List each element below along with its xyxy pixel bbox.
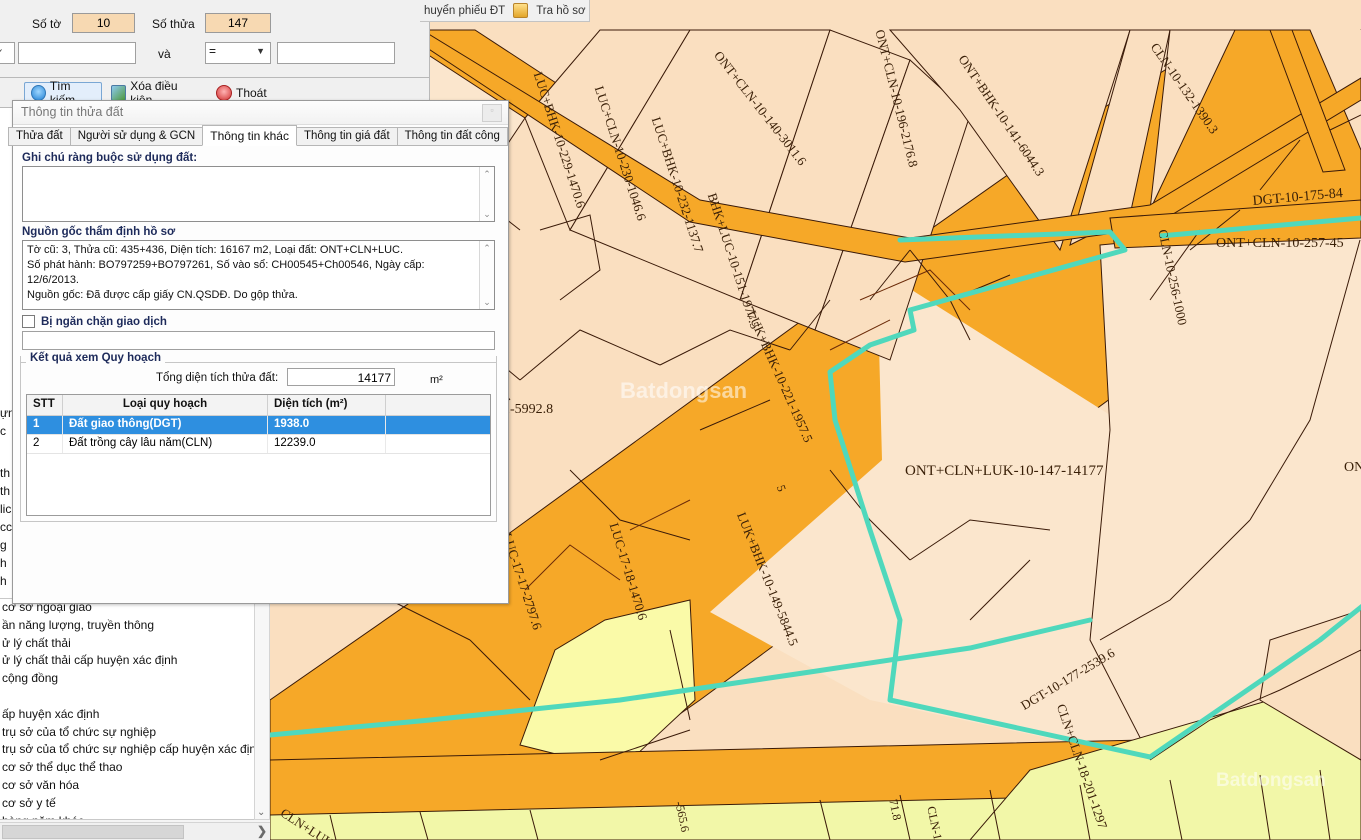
list-item[interactable]: th	[0, 484, 10, 498]
label-so-thua: Số thửa	[152, 17, 195, 31]
right-condition-input[interactable]	[277, 42, 395, 64]
dialog-tab-4[interactable]: Thông tin đất công	[397, 127, 508, 146]
minimize-icon[interactable]: ▫	[482, 104, 502, 122]
scroll-up-icon[interactable]: ⌃	[480, 167, 494, 181]
chevron-down-icon[interactable]: ▼	[256, 46, 265, 56]
horizontal-scrollbar[interactable]: ❯	[0, 822, 270, 840]
origin-line: Tờ cũ: 3, Thửa cũ: 435+436, Diện tích: 1…	[27, 243, 476, 258]
dialog-tab-1[interactable]: Người sử dụng & GCN	[70, 127, 204, 146]
table-cell-type: Đất trồng cây lâu năm(CLN)	[63, 435, 268, 453]
list-item[interactable]: th	[0, 466, 10, 480]
scroll-down-icon[interactable]: ⌄	[480, 207, 494, 221]
operator-value: =	[209, 44, 216, 58]
list-item[interactable]	[0, 688, 259, 706]
list-item[interactable]: ử lý chất thải	[0, 635, 259, 653]
left-condition-input[interactable]	[18, 42, 136, 64]
planning-table[interactable]: STTLoại quy hoạchDiện tích (m²) 1Đất gia…	[26, 394, 491, 516]
list-item[interactable]: trụ sở của tổ chức sự nghiệp cấp huyện x…	[0, 741, 259, 759]
list-item[interactable]: cộng đồng	[0, 670, 259, 688]
list-item[interactable]: cc	[0, 520, 12, 534]
origin-line: Số phát hành: BO797259+BO797261, Số vào …	[27, 258, 476, 288]
planning-list-scrollbar[interactable]: ⌄	[254, 598, 270, 820]
note-group-label: Ghi chú ràng buộc sử dụng đất:	[22, 152, 197, 164]
table-body[interactable]: 1Đất giao thông(DGT)1938.02Đất trồng cây…	[27, 416, 490, 454]
top-toolbar-fragment: huyển phiếu ĐT Tra hồ sơ	[420, 0, 590, 22]
dialog-title: Thông tin thửa đất	[21, 105, 123, 119]
blocked-note-input[interactable]	[22, 331, 495, 350]
folder-icon	[513, 3, 528, 18]
list-item[interactable]: cơ sở thể dục thể thao	[0, 759, 259, 777]
power-icon	[216, 85, 232, 101]
table-cell-stt: 1	[27, 416, 63, 434]
list-item[interactable]: h	[0, 574, 7, 588]
so-to-input[interactable]	[72, 13, 135, 33]
list-item[interactable]: g	[0, 538, 7, 552]
label-so-to: Số tờ	[32, 17, 61, 31]
note-scrollbar[interactable]: ⌃ ⌄	[479, 167, 494, 221]
note-textarea[interactable]: ⌃ ⌄	[22, 166, 495, 222]
table-cell-stt: 2	[27, 435, 63, 453]
blocked-label: Bị ngăn chặn giao dịch	[41, 316, 167, 328]
group-border-right	[150, 362, 497, 363]
dialog-tab-2[interactable]: Thông tin khác	[202, 125, 297, 146]
list-item[interactable]: hàng năm khác	[0, 813, 259, 820]
top-tab-1-label[interactable]: huyển phiếu ĐT	[424, 5, 505, 17]
scroll-down-icon[interactable]: ⌄	[257, 807, 265, 818]
dialog-titlebar: Thông tin thửa đất ▫	[13, 101, 508, 125]
condition-checkbox-combo[interactable]: ✓	[0, 42, 15, 64]
blocked-checkbox[interactable]	[22, 315, 35, 328]
origin-text: Tờ cũ: 3, Thửa cũ: 435+436, Diện tích: 1…	[27, 243, 476, 303]
table-cell-type: Đất giao thông(DGT)	[63, 416, 268, 434]
scroll-down-icon[interactable]: ⌄	[480, 295, 494, 309]
dialog-tab-0[interactable]: Thửa đất	[8, 127, 71, 146]
origin-textarea[interactable]: Tờ cũ: 3, Thửa cũ: 435+436, Diện tích: 1…	[22, 240, 495, 310]
planning-option-list[interactable]: cơ sở ngoại giaoần năng lượng, truyền th…	[0, 598, 260, 820]
blocked-checkbox-row[interactable]: Bị ngăn chặn giao dịch	[22, 315, 167, 328]
total-area-value[interactable]: 14177	[287, 368, 395, 386]
list-item[interactable]: c	[0, 424, 6, 438]
area-unit-label: m²	[430, 374, 443, 386]
eraser-icon	[111, 85, 126, 101]
table-row[interactable]: 2Đất trồng cây lâu năm(CLN)12239.0	[27, 435, 490, 454]
table-cell-area: 1938.0	[268, 416, 386, 434]
scroll-up-icon[interactable]: ⌃	[480, 241, 494, 255]
search-panel: Số tờ Số thửa ✓ và = ▼	[0, 0, 430, 78]
table-row[interactable]: 1Đất giao thông(DGT)1938.0	[27, 416, 490, 435]
label-va: và	[158, 47, 171, 61]
table-column-header: Loại quy hoạch	[63, 395, 268, 415]
so-thua-input[interactable]	[205, 13, 271, 33]
list-item[interactable]: ần năng lượng, truyền thông	[0, 617, 259, 635]
table-column-header: STT	[27, 395, 63, 415]
table-column-header: Diện tích (m²)	[268, 395, 386, 415]
dialog-tab-3[interactable]: Thông tin giá đất	[296, 127, 398, 146]
list-item[interactable]: h	[0, 556, 7, 570]
total-area-label: Tổng diện tích thửa đất:	[156, 372, 278, 384]
list-item[interactable]: lic	[0, 502, 11, 516]
operator-select[interactable]: = ▼	[205, 42, 271, 64]
list-item[interactable]: ấp huyện xác định	[0, 706, 259, 724]
dialog-tabstrip: Thửa đấtNgười sử dụng & GCNThông tin khá…	[8, 127, 507, 146]
scrollbar-thumb[interactable]	[2, 825, 184, 839]
origin-group-label: Nguồn gốc thẩm định hồ sơ	[22, 226, 175, 238]
origin-scrollbar[interactable]: ⌃ ⌄	[479, 241, 494, 309]
top-tab-2-label[interactable]: Tra hồ sơ	[536, 5, 585, 17]
list-item[interactable]: cơ sở y tế	[0, 795, 259, 813]
search-icon	[31, 85, 46, 101]
table-header-row: STTLoại quy hoạchDiện tích (m²)	[27, 395, 490, 416]
table-cell-area: 12239.0	[268, 435, 386, 453]
origin-line: Nguồn gốc: Đã được cấp giấy CN.QSDĐ. Do …	[27, 288, 476, 303]
exit-button-label: Thoát	[236, 86, 267, 100]
list-item[interactable]: ử lý chất thải cấp huyện xác định	[0, 652, 259, 670]
scroll-right-icon[interactable]: ❯	[257, 824, 267, 838]
planning-group-label: Kết quả xem Quy hoạch	[26, 352, 165, 364]
list-item[interactable]: cơ sở văn hóa	[0, 777, 259, 795]
list-item[interactable]: trụ sở của tổ chức sự nghiệp	[0, 724, 259, 742]
